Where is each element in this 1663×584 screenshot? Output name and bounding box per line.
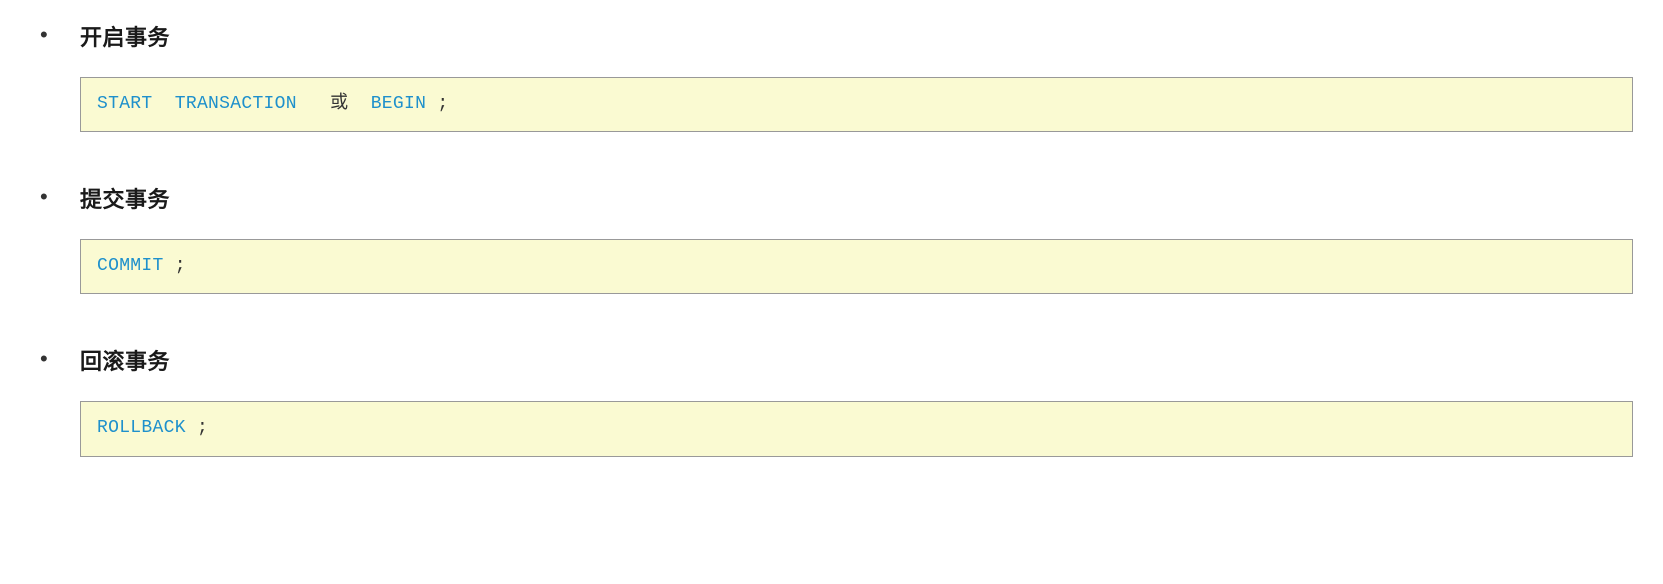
- sql-keyword: BEGIN: [371, 94, 427, 114]
- section-heading: 开启事务: [80, 20, 1633, 52]
- section-heading: 回滚事务: [80, 344, 1633, 376]
- sql-keyword: START: [97, 94, 153, 114]
- code-text: ;: [197, 418, 208, 438]
- sql-keyword: TRANSACTION: [175, 94, 297, 114]
- sql-keyword: ROLLBACK: [97, 418, 186, 438]
- list-item: 回滚事务 ROLLBACK ;: [30, 344, 1633, 456]
- section-heading: 提交事务: [80, 182, 1633, 214]
- list-item: 开启事务 START TRANSACTION 或 BEGIN ;: [30, 20, 1633, 132]
- sql-keyword: COMMIT: [97, 256, 164, 276]
- code-block: START TRANSACTION 或 BEGIN ;: [80, 77, 1633, 132]
- list-item: 提交事务 COMMIT ;: [30, 182, 1633, 294]
- code-text: ;: [437, 94, 448, 114]
- code-block: COMMIT ;: [80, 239, 1633, 294]
- code-block: ROLLBACK ;: [80, 401, 1633, 456]
- code-text: 或: [330, 94, 348, 114]
- document-list: 开启事务 START TRANSACTION 或 BEGIN ; 提交事务 CO…: [30, 20, 1633, 457]
- code-text: ;: [175, 256, 186, 276]
